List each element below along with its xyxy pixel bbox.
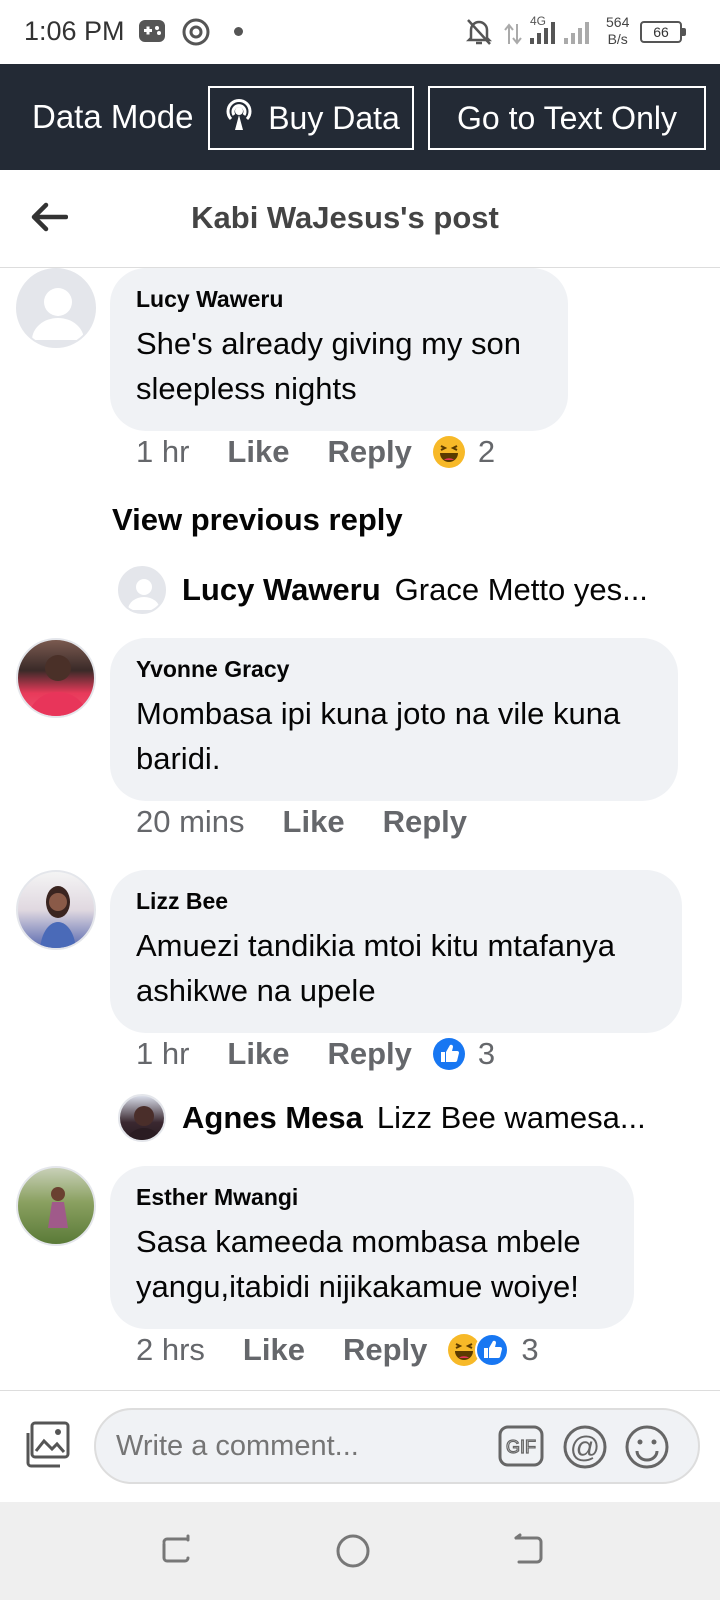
comments-feed[interactable]: Lucy Waweru She's already giving my son … xyxy=(0,268,720,1390)
like-button[interactable]: Like xyxy=(283,804,345,840)
like-button[interactable]: Like xyxy=(227,434,289,470)
haha-reaction-icon[interactable] xyxy=(432,435,466,469)
comment-bubble[interactable]: Lucy Waweru She's already giving my son … xyxy=(110,268,568,431)
home-icon xyxy=(336,1534,370,1568)
emoji-icon[interactable] xyxy=(624,1425,670,1474)
data-mode-label: Data Mode xyxy=(32,98,194,135)
like-reaction-icon[interactable] xyxy=(475,1333,510,1367)
comment-time: 20 mins xyxy=(136,804,245,839)
reaction-count[interactable]: 3 xyxy=(521,1332,538,1368)
avatar[interactable] xyxy=(16,638,96,718)
like-button[interactable]: Like xyxy=(227,1036,289,1072)
avatar[interactable] xyxy=(118,1094,166,1142)
comment-composer: GIF @ xyxy=(0,1390,720,1502)
reaction-count[interactable]: 2 xyxy=(478,434,495,470)
reply-preview[interactable]: Lucy Waweru Grace Metto yes... xyxy=(182,572,648,608)
comment-time: 2 hrs xyxy=(136,1332,205,1367)
reply-button[interactable]: Reply xyxy=(327,1036,411,1072)
reply-author[interactable]: Lucy Waweru xyxy=(182,572,381,608)
view-previous-reply-link[interactable]: View previous reply xyxy=(112,502,403,538)
bell-off-icon xyxy=(465,18,493,51)
photo-icon xyxy=(26,1421,70,1468)
profile-photo-icon xyxy=(126,1106,162,1140)
comment-time: 1 hr xyxy=(136,1036,190,1071)
reply-text: Grace Metto yes... xyxy=(394,572,648,607)
comment-bubble[interactable]: Esther Mwangi Sasa kameeda mombasa mbele… xyxy=(110,1166,634,1329)
reply-preview[interactable]: Agnes Mesa Lizz Bee wamesa... xyxy=(182,1100,646,1136)
comment-actions: 20 mins Like Reply xyxy=(136,804,505,840)
comment-actions: 1 hr Like Reply 3 xyxy=(136,1036,495,1072)
svg-text:GIF: GIF xyxy=(506,1437,536,1457)
avatar[interactable] xyxy=(16,268,96,348)
reply-button[interactable]: Reply xyxy=(327,434,411,470)
battery-icon: 66 xyxy=(640,21,686,43)
comment-bubble[interactable]: Lizz Bee Amuezi tandikia mtoi kitu mtafa… xyxy=(110,870,682,1033)
notification-dot-icon xyxy=(234,27,243,36)
like-button[interactable]: Like xyxy=(243,1332,305,1368)
recent-apps-icon xyxy=(162,1534,190,1563)
avatar[interactable] xyxy=(118,566,166,614)
go-to-text-only-button[interactable]: Go to Text Only xyxy=(428,86,706,150)
comment-actions: 2 hrs Like Reply 3 xyxy=(136,1332,539,1368)
reply-button[interactable]: Reply xyxy=(383,804,467,840)
comment-time: 1 hr xyxy=(136,434,190,469)
profile-photo-icon xyxy=(40,886,76,948)
avatar[interactable] xyxy=(16,1166,96,1246)
game-controller-icon xyxy=(138,18,166,49)
system-nav-bar xyxy=(0,1502,720,1600)
data-mode-bar: Data Mode Buy Data Go to Text Only xyxy=(0,64,720,170)
signal-icon xyxy=(528,22,596,49)
back-nav-button[interactable] xyxy=(510,1532,550,1572)
status-bar: 1:06 PM 4G 564 B/s 66 xyxy=(0,0,720,64)
network-speed-value: 564 xyxy=(606,14,630,30)
profile-photo-icon xyxy=(28,655,88,716)
like-reaction-icon[interactable] xyxy=(432,1037,466,1071)
comment-author[interactable]: Lizz Bee xyxy=(136,888,656,915)
comment-author[interactable]: Esther Mwangi xyxy=(136,1184,608,1211)
reaction-count[interactable]: 3 xyxy=(478,1036,495,1072)
buy-data-label: Buy Data xyxy=(268,99,400,136)
status-time: 1:06 PM xyxy=(24,16,125,46)
reply-button[interactable]: Reply xyxy=(343,1332,427,1368)
back-nav-icon xyxy=(514,1533,543,1564)
default-avatar-icon xyxy=(128,579,160,610)
comment-text: She's already giving my son sleepless ni… xyxy=(136,326,522,406)
default-avatar-icon xyxy=(32,288,84,340)
recent-apps-button[interactable] xyxy=(158,1532,198,1572)
photo-button[interactable] xyxy=(22,1419,74,1471)
go-to-text-only-label: Go to Text Only xyxy=(457,99,677,136)
comment-text: Sasa kameeda mombasa mbele yangu,itabidi… xyxy=(136,1224,581,1304)
comment-text: Amuezi tandikia mtoi kitu mtafanya ashik… xyxy=(136,928,615,1008)
chrome-icon xyxy=(182,18,210,51)
comment-actions: 1 hr Like Reply 2 xyxy=(136,434,495,470)
comment-text: Mombasa ipi kuna joto na vile kuna barid… xyxy=(136,696,621,776)
mention-icon[interactable]: @ xyxy=(562,1425,608,1474)
page-title: Kabi WaJesus's post xyxy=(191,200,499,235)
broadcast-icon xyxy=(222,96,256,140)
comment-author[interactable]: Yvonne Gracy xyxy=(136,656,652,683)
svg-text:@: @ xyxy=(570,1431,600,1464)
gif-icon[interactable]: GIF xyxy=(498,1425,544,1472)
data-arrows-icon xyxy=(504,22,522,51)
reply-text: Lizz Bee wamesa... xyxy=(376,1100,646,1135)
avatar[interactable] xyxy=(16,870,96,950)
buy-data-button[interactable]: Buy Data xyxy=(208,86,414,150)
post-header: Kabi WaJesus's post xyxy=(0,170,720,268)
comment-bubble[interactable]: Yvonne Gracy Mombasa ipi kuna joto na vi… xyxy=(110,638,678,801)
comment-input[interactable] xyxy=(94,1408,700,1484)
network-speed-unit: B/s xyxy=(607,31,628,47)
reply-author[interactable]: Agnes Mesa xyxy=(182,1100,363,1136)
profile-photo-icon xyxy=(48,1187,68,1228)
home-button[interactable] xyxy=(334,1532,374,1572)
network-speed: 564 B/s xyxy=(606,14,629,48)
comment-author[interactable]: Lucy Waweru xyxy=(136,286,542,313)
